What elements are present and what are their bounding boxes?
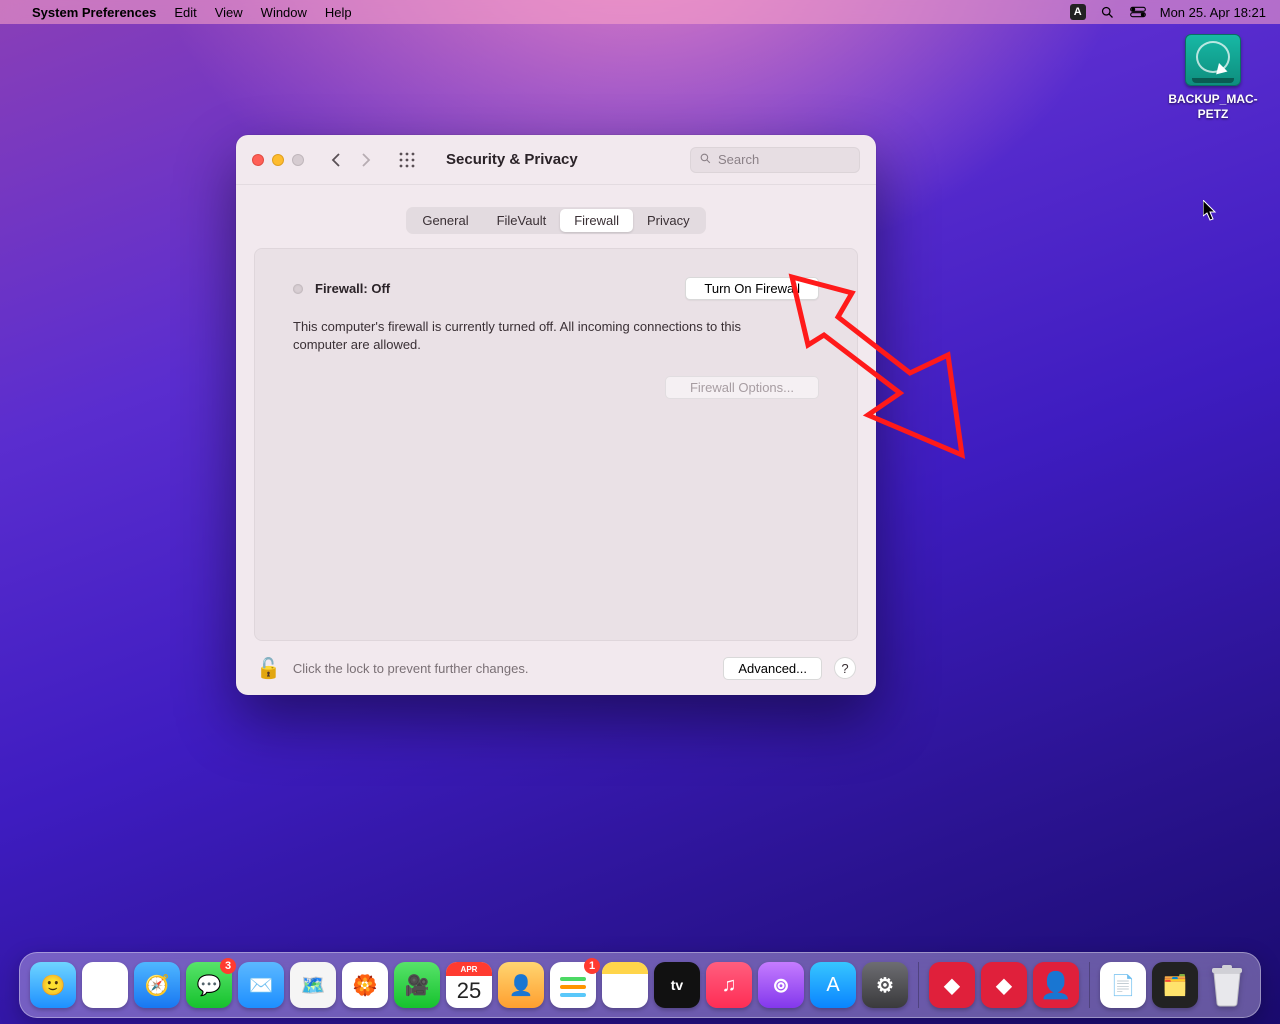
help-button[interactable]: ? — [834, 657, 856, 679]
app-menu[interactable]: System Preferences — [32, 5, 156, 20]
window-zoom-button — [292, 154, 304, 166]
back-button[interactable] — [326, 150, 346, 170]
dock-calendar[interactable]: APR 25 — [446, 962, 492, 1008]
dock-app-red-3[interactable]: 👤 — [1033, 962, 1079, 1008]
firewall-status-led — [293, 284, 303, 294]
firewall-options-button: Firewall Options... — [665, 376, 819, 399]
menu-window[interactable]: Window — [261, 5, 307, 20]
show-all-button[interactable] — [396, 150, 418, 170]
search-placeholder: Search — [718, 152, 759, 167]
dock-facetime[interactable]: 🎥 — [394, 962, 440, 1008]
window-footer: 🔓 Click the lock to prevent further chan… — [236, 641, 876, 695]
firewall-description: This computer's firewall is currently tu… — [293, 318, 753, 354]
dock-mail[interactable]: ✉️ — [238, 962, 284, 1008]
input-source-indicator[interactable]: A — [1070, 4, 1086, 20]
window-close-button[interactable] — [252, 154, 264, 166]
dock-system-preferences[interactable]: ⚙︎ — [862, 962, 908, 1008]
dock-safari[interactable]: 🧭 — [134, 962, 180, 1008]
desktop-drive-backup[interactable]: BACKUP_MAC-PETZ — [1168, 34, 1258, 122]
lock-hint-text: Click the lock to prevent further change… — [293, 661, 529, 676]
menu-bar: System Preferences Edit View Window Help… — [0, 0, 1280, 24]
firewall-pane: Firewall: Off Turn On Firewall This comp… — [254, 248, 858, 641]
dock-messages[interactable]: 💬3 — [186, 962, 232, 1008]
dock-trash[interactable] — [1204, 962, 1250, 1008]
dock-appstore[interactable]: A — [810, 962, 856, 1008]
menu-view[interactable]: View — [215, 5, 243, 20]
reminders-badge: 1 — [584, 958, 600, 974]
dock-document-2[interactable]: 🗂️ — [1152, 962, 1198, 1008]
tab-bar: General FileVault Firewall Privacy — [406, 207, 705, 234]
search-input[interactable]: Search — [690, 147, 860, 173]
dock-tv[interactable]: tv — [654, 962, 700, 1008]
drive-label: BACKUP_MAC-PETZ — [1168, 92, 1258, 122]
tab-filevault[interactable]: FileVault — [483, 209, 561, 232]
dock-document-1[interactable]: 📄 — [1100, 962, 1146, 1008]
dock-contacts[interactable]: 👤 — [498, 962, 544, 1008]
spotlight-icon[interactable] — [1100, 4, 1116, 20]
tab-firewall[interactable]: Firewall — [560, 209, 633, 232]
time-machine-drive-icon — [1185, 34, 1241, 86]
dock-separator-2 — [1089, 962, 1090, 1008]
dock-finder[interactable]: 🙂 — [30, 962, 76, 1008]
mouse-cursor — [1203, 200, 1219, 222]
tab-privacy[interactable]: Privacy — [633, 209, 704, 232]
dock-app-red-1[interactable]: ◆ — [929, 962, 975, 1008]
menu-datetime[interactable]: Mon 25. Apr 18:21 — [1160, 5, 1266, 20]
advanced-button[interactable]: Advanced... — [723, 657, 822, 680]
forward-button — [356, 150, 376, 170]
dock: 🙂 🧭 💬3 ✉️ 🗺️ 🏵️ 🎥 APR 25 👤 1 tv ♫ ⊚ A ⚙︎… — [19, 952, 1261, 1018]
window-titlebar: Security & Privacy Search — [236, 135, 876, 185]
dock-reminders[interactable]: 1 — [550, 962, 596, 1008]
control-center-icon[interactable] — [1130, 4, 1146, 20]
dock-photos[interactable]: 🏵️ — [342, 962, 388, 1008]
dock-app-red-2[interactable]: ◆ — [981, 962, 1027, 1008]
turn-on-firewall-button[interactable]: Turn On Firewall — [685, 277, 819, 300]
window-minimize-button[interactable] — [272, 154, 284, 166]
menu-edit[interactable]: Edit — [174, 5, 196, 20]
dock-music[interactable]: ♫ — [706, 962, 752, 1008]
menu-help[interactable]: Help — [325, 5, 352, 20]
dock-podcasts[interactable]: ⊚ — [758, 962, 804, 1008]
dock-maps[interactable]: 🗺️ — [290, 962, 336, 1008]
dock-launchpad[interactable] — [82, 962, 128, 1008]
firewall-status-text: Firewall: Off — [315, 281, 390, 296]
dock-notes[interactable] — [602, 962, 648, 1008]
lock-icon[interactable]: 🔓 — [256, 656, 281, 681]
search-icon — [699, 152, 712, 168]
messages-badge: 3 — [220, 958, 236, 974]
window-title: Security & Privacy — [446, 151, 578, 168]
system-preferences-window: Security & Privacy Search General FileVa… — [236, 135, 876, 695]
tab-general[interactable]: General — [408, 209, 482, 232]
dock-separator — [918, 962, 919, 1008]
